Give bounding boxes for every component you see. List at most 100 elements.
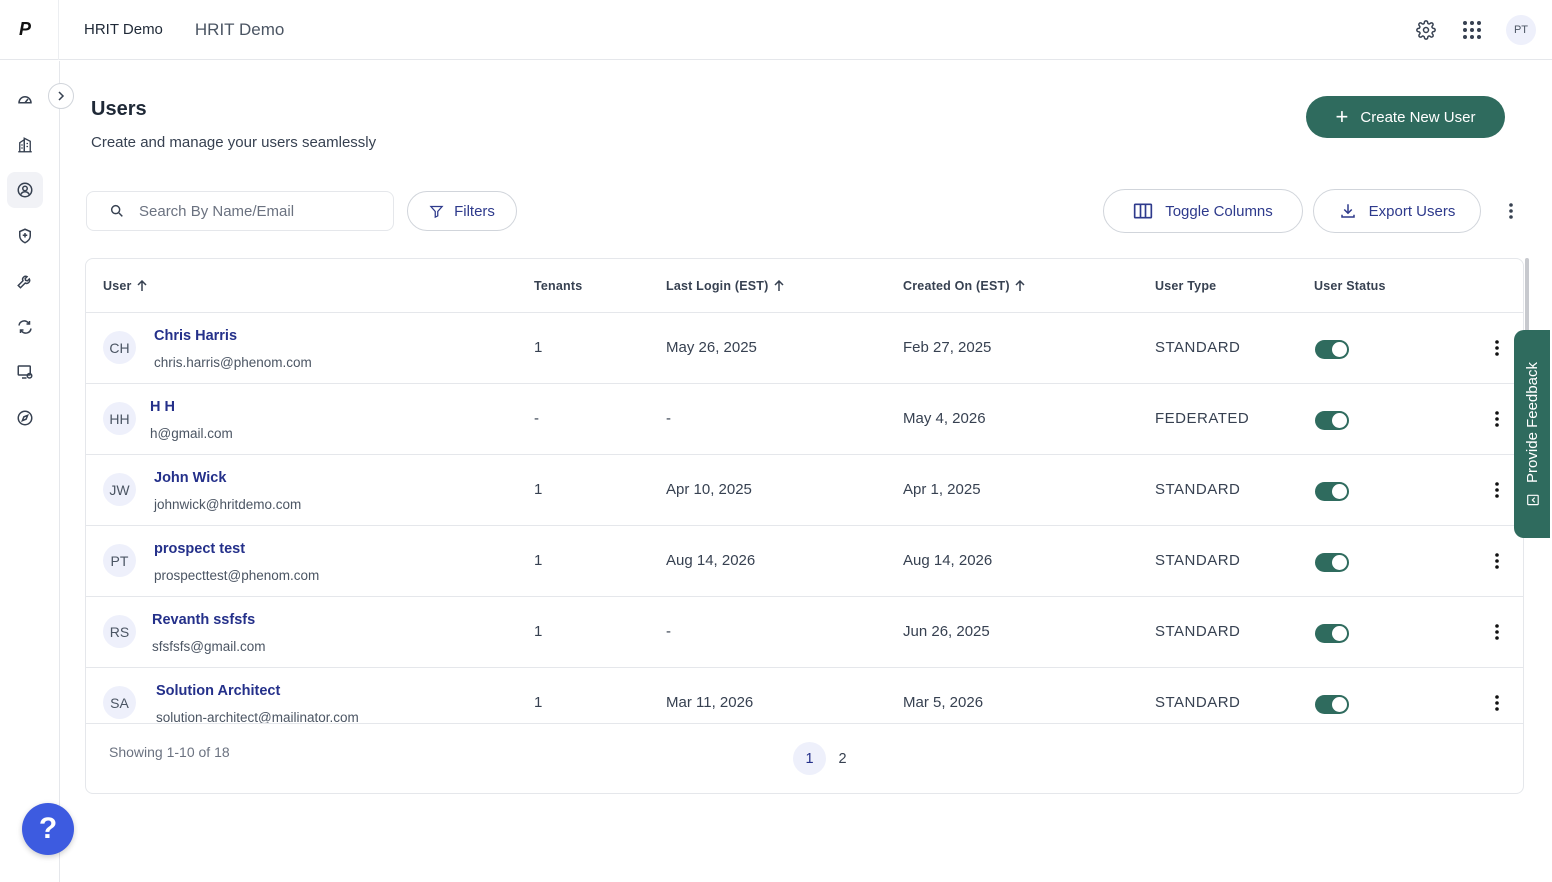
tenants-count: 1 bbox=[534, 694, 543, 711]
last-login: - bbox=[666, 623, 671, 640]
row-more-options-icon[interactable] bbox=[1486, 406, 1508, 432]
avatar: SA bbox=[103, 686, 136, 719]
last-login: - bbox=[666, 410, 671, 427]
toggle-columns-label: Toggle Columns bbox=[1165, 202, 1273, 220]
user-avatar[interactable]: PT bbox=[1506, 15, 1536, 45]
export-users-button[interactable]: Export Users bbox=[1313, 189, 1481, 233]
column-header-last-login-label: Last Login (EST) bbox=[666, 279, 769, 293]
user-email: chris.harris@phenom.com bbox=[154, 355, 312, 370]
table-body: CH Chris Harris chris.harris@phenom.com … bbox=[86, 313, 1523, 723]
user-name-link[interactable]: H H bbox=[150, 399, 175, 415]
filters-button[interactable]: Filters bbox=[407, 191, 517, 231]
avatar: RS bbox=[103, 615, 136, 648]
row-more-options-icon[interactable] bbox=[1486, 477, 1508, 503]
last-login: May 26, 2025 bbox=[666, 339, 757, 356]
provide-feedback-content: Provide Feedback bbox=[1524, 362, 1541, 507]
user-email: johnwick@hritdemo.com bbox=[154, 497, 302, 512]
sidebar-item-tools[interactable] bbox=[7, 263, 43, 299]
sidebar-item-explore[interactable] bbox=[7, 400, 43, 436]
user-status-toggle[interactable] bbox=[1315, 695, 1349, 714]
column-header-user-label: User bbox=[103, 279, 132, 293]
last-login: Aug 14, 2026 bbox=[666, 552, 756, 569]
sort-arrow-up-icon bbox=[773, 280, 784, 291]
page-button-2[interactable]: 2 bbox=[826, 742, 859, 775]
shield-icon bbox=[19, 228, 31, 244]
sidebar-item-organization[interactable] bbox=[7, 127, 43, 163]
sort-arrow-up-icon bbox=[137, 280, 147, 291]
sidebar-item-integrations[interactable] bbox=[7, 309, 43, 345]
tenants-count: 1 bbox=[534, 481, 543, 498]
row-more-options-icon[interactable] bbox=[1486, 619, 1508, 645]
created-on: Aug 14, 2026 bbox=[903, 552, 993, 569]
user-name-link[interactable]: Chris Harris bbox=[154, 328, 237, 344]
user-type: FEDERATED bbox=[1155, 410, 1250, 427]
settings-icon[interactable] bbox=[1414, 18, 1438, 42]
user-name-link[interactable]: John Wick bbox=[154, 470, 226, 486]
created-on: Feb 27, 2025 bbox=[903, 339, 992, 356]
columns-icon bbox=[1134, 203, 1153, 219]
user-status-toggle[interactable] bbox=[1315, 340, 1349, 359]
download-icon bbox=[1340, 204, 1355, 218]
sidebar-item-devices[interactable] bbox=[7, 354, 43, 390]
table-row: SA Solution Architect solution-architect… bbox=[86, 668, 1523, 723]
tenants-count: 1 bbox=[534, 339, 543, 356]
help-button[interactable]: ? bbox=[22, 803, 74, 855]
pagination-summary: Showing 1-10 of 18 bbox=[109, 744, 230, 760]
user-status-toggle[interactable] bbox=[1315, 624, 1349, 643]
tenants-count: 1 bbox=[534, 552, 543, 569]
user-status-toggle[interactable] bbox=[1315, 482, 1349, 501]
avatar: JW bbox=[103, 473, 136, 506]
table-footer: Showing 1-10 of 18 1 2 bbox=[86, 723, 1523, 793]
column-header-user[interactable]: User bbox=[103, 279, 148, 293]
table-row: RS Revanth ssfsfs sfsfsfs@gmail.com 1 - … bbox=[86, 597, 1523, 668]
user-email: h@gmail.com bbox=[150, 426, 233, 441]
user-name-link[interactable]: prospect test bbox=[154, 541, 245, 557]
wrench-icon bbox=[17, 275, 31, 289]
topbar-divider bbox=[58, 0, 59, 60]
search-icon bbox=[110, 204, 123, 217]
apps-grid-icon[interactable] bbox=[1460, 18, 1484, 42]
row-more-options-icon[interactable] bbox=[1486, 548, 1508, 574]
avatar: HH bbox=[103, 402, 136, 435]
search-input[interactable] bbox=[139, 202, 369, 220]
user-status-toggle[interactable] bbox=[1315, 553, 1349, 572]
user-email: prospecttest@phenom.com bbox=[154, 568, 320, 583]
column-header-created-on[interactable]: Created On (EST) bbox=[903, 279, 1026, 293]
user-email: sfsfsfs@gmail.com bbox=[152, 639, 266, 654]
avatar: PT bbox=[103, 544, 136, 577]
provide-feedback-tab[interactable]: Provide Feedback bbox=[1514, 330, 1550, 538]
row-more-options-icon[interactable] bbox=[1486, 335, 1508, 361]
user-name-link[interactable]: Revanth ssfsfs bbox=[152, 612, 255, 628]
chevron-right-icon bbox=[58, 91, 65, 101]
toggle-columns-button[interactable]: Toggle Columns bbox=[1103, 189, 1303, 233]
topbar-actions: PT bbox=[1414, 0, 1536, 60]
users-table: User Tenants Last Login (EST) Created On… bbox=[85, 258, 1524, 794]
user-name-link[interactable]: Solution Architect bbox=[156, 683, 280, 699]
created-on: Apr 1, 2025 bbox=[903, 481, 981, 498]
sidebar-item-users[interactable] bbox=[7, 172, 43, 208]
sidebar-item-security[interactable] bbox=[7, 218, 43, 254]
tenants-count: 1 bbox=[534, 623, 543, 640]
row-more-options-icon[interactable] bbox=[1486, 690, 1508, 716]
org-name[interactable]: HRIT Demo bbox=[84, 21, 163, 38]
create-new-user-label: Create New User bbox=[1360, 108, 1476, 126]
export-users-label: Export Users bbox=[1368, 202, 1456, 220]
column-header-user-status: User Status bbox=[1314, 279, 1386, 293]
table-row: JW John Wick johnwick@hritdemo.com 1 Apr… bbox=[86, 455, 1523, 526]
app-logo[interactable]: P bbox=[0, 0, 50, 60]
created-on: May 4, 2026 bbox=[903, 410, 986, 427]
page-button-1[interactable]: 1 bbox=[793, 742, 826, 775]
tenants-count: - bbox=[534, 410, 539, 427]
create-new-user-button[interactable]: + Create New User bbox=[1306, 96, 1505, 138]
user-status-toggle[interactable] bbox=[1315, 411, 1349, 430]
filter-icon bbox=[429, 205, 444, 218]
sort-arrow-up-icon bbox=[1015, 280, 1025, 291]
column-header-last-login[interactable]: Last Login (EST) bbox=[666, 279, 785, 293]
dashboard-icon bbox=[18, 96, 32, 104]
sidebar-item-dashboard[interactable] bbox=[7, 81, 43, 117]
user-type: STANDARD bbox=[1155, 481, 1241, 498]
sidebar-expand-button[interactable] bbox=[48, 83, 74, 109]
more-options-icon[interactable] bbox=[1500, 198, 1522, 224]
monitor-settings-icon bbox=[17, 365, 33, 379]
column-header-tenants: Tenants bbox=[534, 279, 583, 293]
